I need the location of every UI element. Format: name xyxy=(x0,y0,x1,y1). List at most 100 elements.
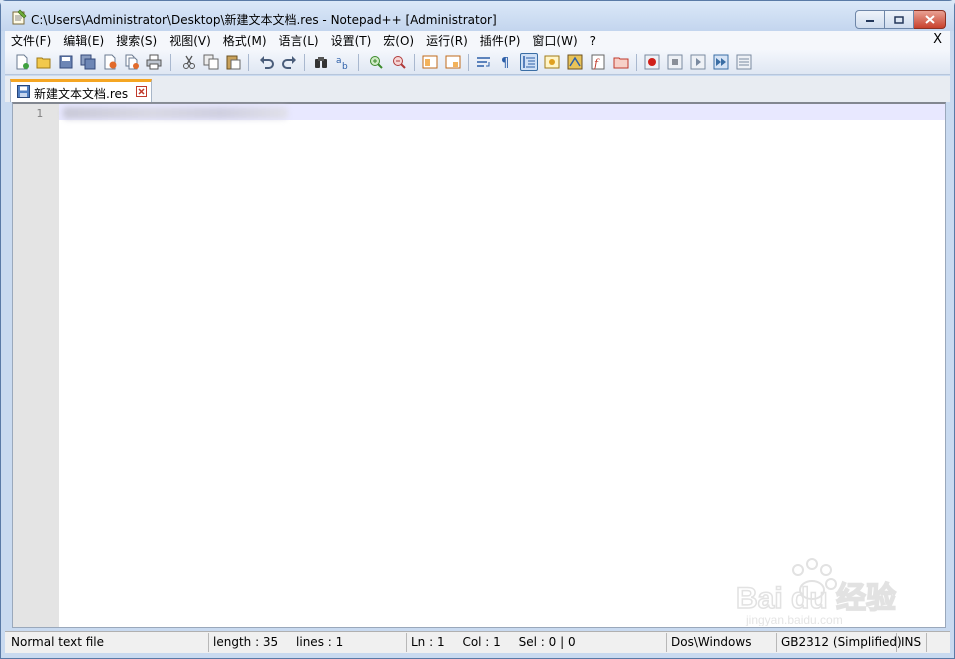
toolbar-separator xyxy=(414,54,415,71)
user-define-icon xyxy=(544,55,560,69)
menu-file[interactable]: 文件(F) xyxy=(5,32,57,49)
cut-button[interactable] xyxy=(180,53,198,71)
window-title: C:\Users\Administrator\Desktop\新建文本文档.re… xyxy=(31,13,497,27)
sync-horizontal-button[interactable] xyxy=(444,53,462,71)
save-all-button[interactable] xyxy=(79,53,97,71)
folder-as-workspace-icon xyxy=(613,57,629,69)
status-length: length : 35 xyxy=(213,635,279,649)
menu-view[interactable]: 视图(V) xyxy=(163,32,217,49)
cut-icon xyxy=(183,55,195,69)
document-tab[interactable]: 新建文本文档.res xyxy=(10,79,152,102)
minimize-icon xyxy=(866,19,874,22)
toolbar-separator xyxy=(248,54,249,71)
tab-bar: 新建文本文档.res xyxy=(5,76,950,102)
word-wrap-icon xyxy=(477,57,490,67)
open-file-button[interactable] xyxy=(35,53,53,71)
redo-icon xyxy=(282,56,296,69)
menu-macro[interactable]: 宏(O) xyxy=(377,32,420,49)
text-editor[interactable]: 1 xyxy=(12,102,946,628)
menu-window[interactable]: 窗口(W) xyxy=(526,32,583,49)
sync-vertical-button[interactable] xyxy=(421,53,439,71)
toolbar-separator xyxy=(636,54,637,71)
zoom-in-icon xyxy=(370,56,383,69)
run-macro-multiple-icon xyxy=(713,54,729,70)
doc-map-icon xyxy=(567,54,583,70)
svg-text:b: b xyxy=(342,62,348,70)
stop-record-icon xyxy=(667,54,683,70)
zoom-in-button[interactable] xyxy=(367,53,385,71)
sync-horizontal-icon xyxy=(445,55,461,69)
close-icon xyxy=(924,15,935,24)
print-button[interactable] xyxy=(145,53,163,71)
menu-search[interactable]: 搜索(S) xyxy=(110,32,163,49)
close-document-button[interactable]: X xyxy=(933,32,942,47)
stop-record-button[interactable] xyxy=(666,53,684,71)
doc-map-button[interactable] xyxy=(566,53,584,71)
play-macro-button[interactable] xyxy=(689,53,707,71)
run-macro-multiple-button[interactable] xyxy=(712,53,730,71)
find-button[interactable] xyxy=(312,53,330,71)
user-define-button[interactable] xyxy=(543,53,561,71)
save-macro-icon xyxy=(736,54,752,70)
word-wrap-button[interactable] xyxy=(475,53,493,71)
show-all-chars-icon: ¶ xyxy=(501,56,509,70)
zoom-out-button[interactable] xyxy=(390,53,408,71)
show-all-chars-button[interactable]: ¶ xyxy=(497,53,515,71)
status-bar: Normal text file length : 35 lines : 1 L… xyxy=(5,631,950,653)
menu-run[interactable]: 运行(R) xyxy=(420,32,474,49)
function-list-button[interactable]: f xyxy=(589,53,607,71)
close-icon xyxy=(104,54,117,70)
close-file-button[interactable] xyxy=(101,53,119,71)
find-icon xyxy=(315,57,327,68)
svg-text:a: a xyxy=(336,56,342,66)
close-button[interactable] xyxy=(914,10,946,29)
close-icon xyxy=(138,88,145,95)
status-length-lines: length : 35 lines : 1 xyxy=(209,633,407,652)
copy-icon xyxy=(203,54,219,70)
status-file-type: Normal text file xyxy=(7,633,209,652)
maximize-icon xyxy=(894,15,904,24)
folder-workspace-button[interactable] xyxy=(612,53,630,71)
tab-label: 新建文本文档.res xyxy=(34,87,129,101)
menu-format[interactable]: 格式(M) xyxy=(217,32,273,49)
watermark-text: Bai du 经验 xyxy=(736,581,896,615)
toolbar-separator xyxy=(468,54,469,71)
copy-button[interactable] xyxy=(202,53,220,71)
menu-plugins[interactable]: 插件(P) xyxy=(474,32,527,49)
title-bar[interactable]: C:\Users\Administrator\Desktop\新建文本文档.re… xyxy=(1,1,954,31)
save-macro-button[interactable] xyxy=(735,53,753,71)
open-icon xyxy=(36,57,51,69)
replace-icon: ab xyxy=(336,56,348,70)
notepadpp-window: C:\Users\Administrator\Desktop\新建文本文档.re… xyxy=(0,0,955,659)
paste-icon xyxy=(226,55,241,70)
line-number: 1 xyxy=(36,107,43,120)
status-sel: Sel : 0 | 0 xyxy=(518,635,576,649)
close-all-icon xyxy=(125,54,139,70)
maximize-button[interactable] xyxy=(885,10,914,29)
function-list-icon: f xyxy=(591,54,605,70)
save-button[interactable] xyxy=(57,53,75,71)
indent-guide-button[interactable] xyxy=(520,53,538,71)
tab-close-button[interactable] xyxy=(136,86,147,97)
status-ln: Ln : 1 xyxy=(411,635,445,649)
replace-button[interactable]: ab xyxy=(334,53,352,71)
menu-edit[interactable]: 编辑(E) xyxy=(57,32,110,49)
undo-button[interactable] xyxy=(258,53,276,71)
toolbar-separator xyxy=(358,54,359,71)
new-file-button[interactable] xyxy=(13,53,31,71)
status-eol: Dos\Windows xyxy=(667,633,777,652)
redo-button[interactable] xyxy=(280,53,298,71)
status-position: Ln : 1 Col : 1 Sel : 0 | 0 xyxy=(407,633,667,652)
blurred-text-content xyxy=(63,107,288,119)
menu-bar: 文件(F) 编辑(E) 搜索(S) 视图(V) 格式(M) 语言(L) 设置(T… xyxy=(5,31,950,50)
record-macro-button[interactable] xyxy=(643,53,661,71)
menu-help[interactable]: ? xyxy=(584,34,602,48)
menu-settings[interactable]: 设置(T) xyxy=(325,32,378,49)
save-icon xyxy=(59,55,73,69)
paste-button[interactable] xyxy=(224,53,242,71)
menu-language[interactable]: 语言(L) xyxy=(273,32,325,49)
notepadpp-app-icon[interactable] xyxy=(11,9,27,25)
minimize-button[interactable] xyxy=(855,10,885,29)
close-all-button[interactable] xyxy=(123,53,141,71)
indent-guide-icon xyxy=(523,56,535,68)
